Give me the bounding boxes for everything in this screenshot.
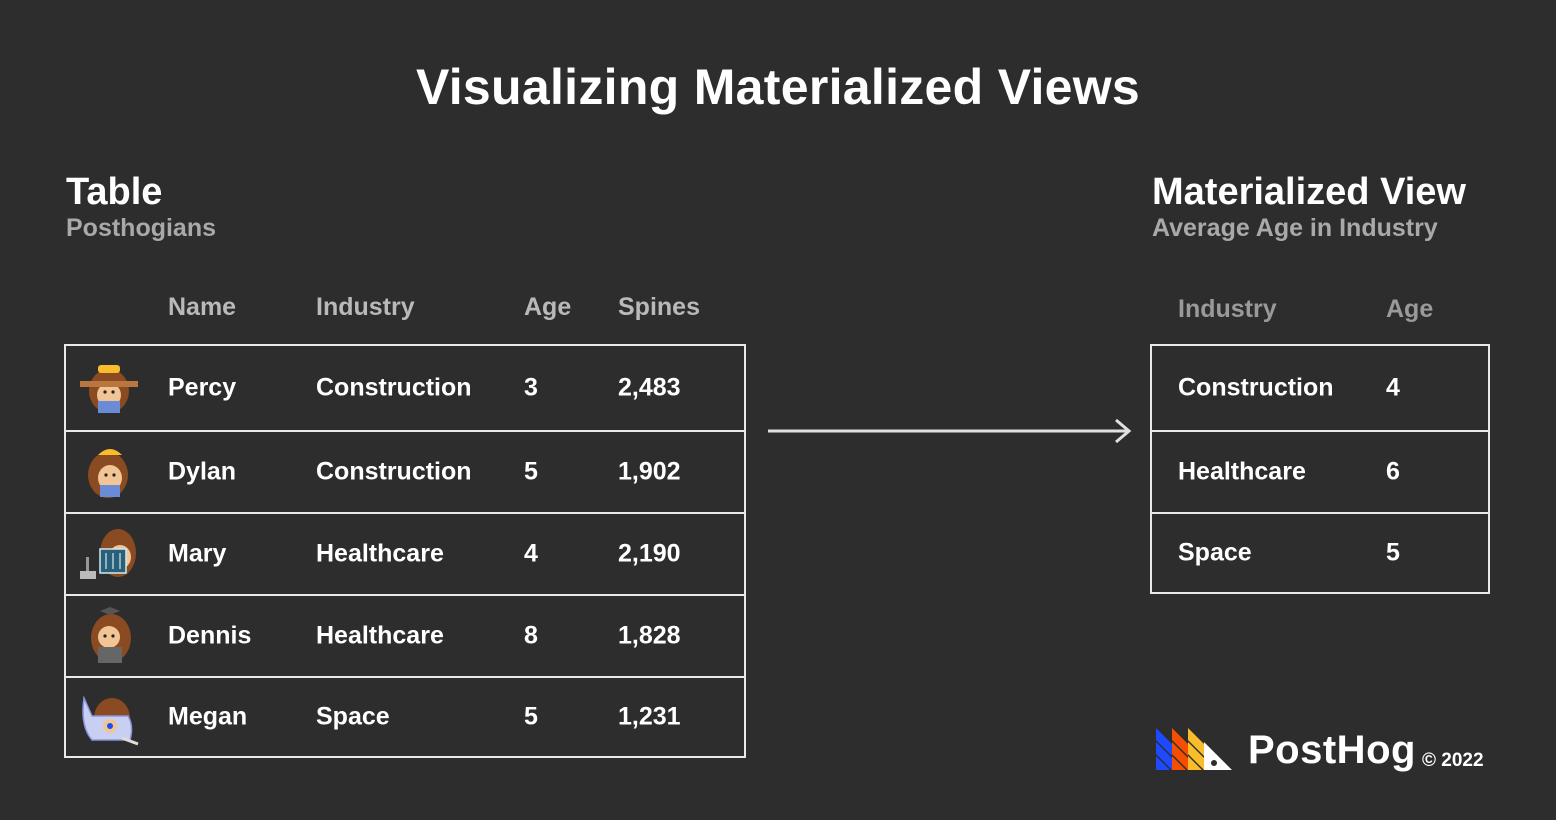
view-cell-age: 6: [1386, 457, 1400, 486]
cell-name: Mary: [168, 539, 227, 568]
cell-spines: 1,902: [618, 457, 681, 486]
posthog-logo-icon: [1156, 728, 1232, 770]
cell-name: Percy: [168, 373, 237, 402]
table-row: Percy Construction 3 2,483: [66, 346, 744, 432]
page-title: Visualizing Materialized Views: [415, 59, 1141, 115]
materialized-view-table: Construction 4 Healthcare 6 Space 5: [1150, 344, 1490, 594]
table-row: Dylan Construction 5 1,902: [66, 432, 744, 514]
cell-age: 5: [524, 457, 538, 486]
hedgehog-construction-icon: [80, 365, 138, 413]
cell-spines: 1,828: [618, 621, 681, 650]
posthog-wordmark: PostHog: [1248, 728, 1416, 772]
col-header-spines: Spines: [618, 293, 700, 321]
cell-age: 4: [524, 539, 538, 568]
view-col-header-age: Age: [1386, 295, 1434, 323]
cell-name: Dylan: [168, 457, 237, 486]
view-cell-industry: Healthcare: [1178, 457, 1306, 486]
view-col-header-industry: Industry: [1178, 295, 1277, 323]
hedgehog-astronaut-icon: [82, 695, 139, 746]
hedgehog-xray-icon: [80, 529, 136, 579]
table-subtitle: Posthogians: [66, 214, 217, 242]
cell-industry: Construction: [316, 373, 472, 402]
view-subtitle: Average Age in Industry: [1152, 214, 1438, 242]
cell-name: Megan: [168, 702, 248, 731]
view-cell-industry: Construction: [1178, 373, 1334, 402]
table-row: Construction 4: [1152, 346, 1488, 432]
hedgehog-doctor-icon: [91, 607, 131, 663]
col-header-name: Name: [168, 293, 237, 321]
table-row: Dennis Healthcare 8 1,828: [66, 596, 744, 678]
table-row: Space 5: [1152, 514, 1488, 592]
table-row: Megan Space 5 1,231: [66, 678, 744, 756]
copyright-text: © 2022: [1422, 750, 1484, 771]
col-header-age: Age: [524, 293, 572, 321]
cell-industry: Space: [316, 702, 390, 731]
view-cell-age: 5: [1386, 538, 1400, 567]
cell-age: 3: [524, 373, 538, 402]
cell-spines: 2,483: [618, 373, 681, 402]
cell-name: Dennis: [168, 621, 252, 650]
cell-spines: 1,231: [618, 702, 681, 731]
hedgehog-hardhat-icon: [88, 449, 128, 498]
cell-age: 8: [524, 621, 538, 650]
cell-spines: 2,190: [618, 539, 681, 568]
view-cell-industry: Space: [1178, 538, 1252, 567]
view-cell-age: 4: [1386, 373, 1400, 402]
col-header-industry: Industry: [316, 293, 415, 321]
posthogians-table: Percy Construction 3 2,483 Dylan Constru…: [64, 344, 746, 758]
cell-industry: Healthcare: [316, 539, 444, 568]
table-title: Table: [66, 171, 163, 213]
table-row: Mary Healthcare 4 2,190: [66, 514, 744, 596]
cell-industry: Construction: [316, 457, 472, 486]
view-title: Materialized View: [1152, 171, 1466, 213]
cell-industry: Healthcare: [316, 621, 444, 650]
arrow-right-icon: [768, 419, 1132, 443]
table-row: Healthcare 6: [1152, 432, 1488, 514]
cell-age: 5: [524, 702, 538, 731]
